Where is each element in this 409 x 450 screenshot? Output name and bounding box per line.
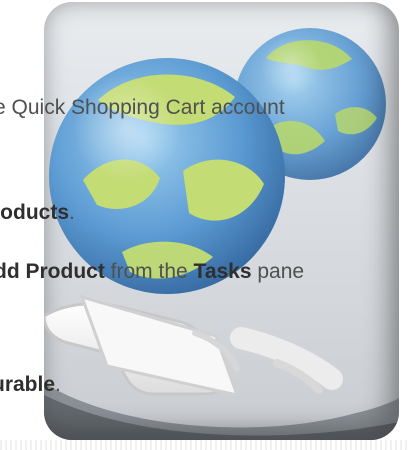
instruction-product-label: Product [25, 260, 105, 283]
instruction-line-4-punctuation: . [55, 373, 61, 396]
instruction-from-text: from the [104, 260, 194, 283]
instruction-line-2-punctuation: . [69, 201, 75, 224]
instruction-line-2: roducts. [0, 202, 75, 223]
instruction-pane-text: pane [251, 260, 305, 283]
instruction-add-label: dd [0, 260, 20, 283]
instruction-tasks-label: Tasks [193, 260, 252, 283]
instruction-configurable-label: urable [0, 373, 56, 396]
instruction-line-4: urable. [0, 374, 61, 395]
instruction-line-3: dd Product from the Tasks pane [0, 261, 304, 282]
instruction-products-label: roducts [0, 201, 70, 224]
bottom-dotted-border [0, 440, 409, 450]
instruction-screen: e Quick Shopping Cart account roducts. d… [0, 0, 409, 450]
instruction-line-1: e Quick Shopping Cart account [0, 97, 285, 118]
instruction-text-overlay: e Quick Shopping Cart account roducts. d… [0, 0, 409, 450]
instruction-line-1-text: e Quick Shopping Cart account [0, 96, 285, 119]
